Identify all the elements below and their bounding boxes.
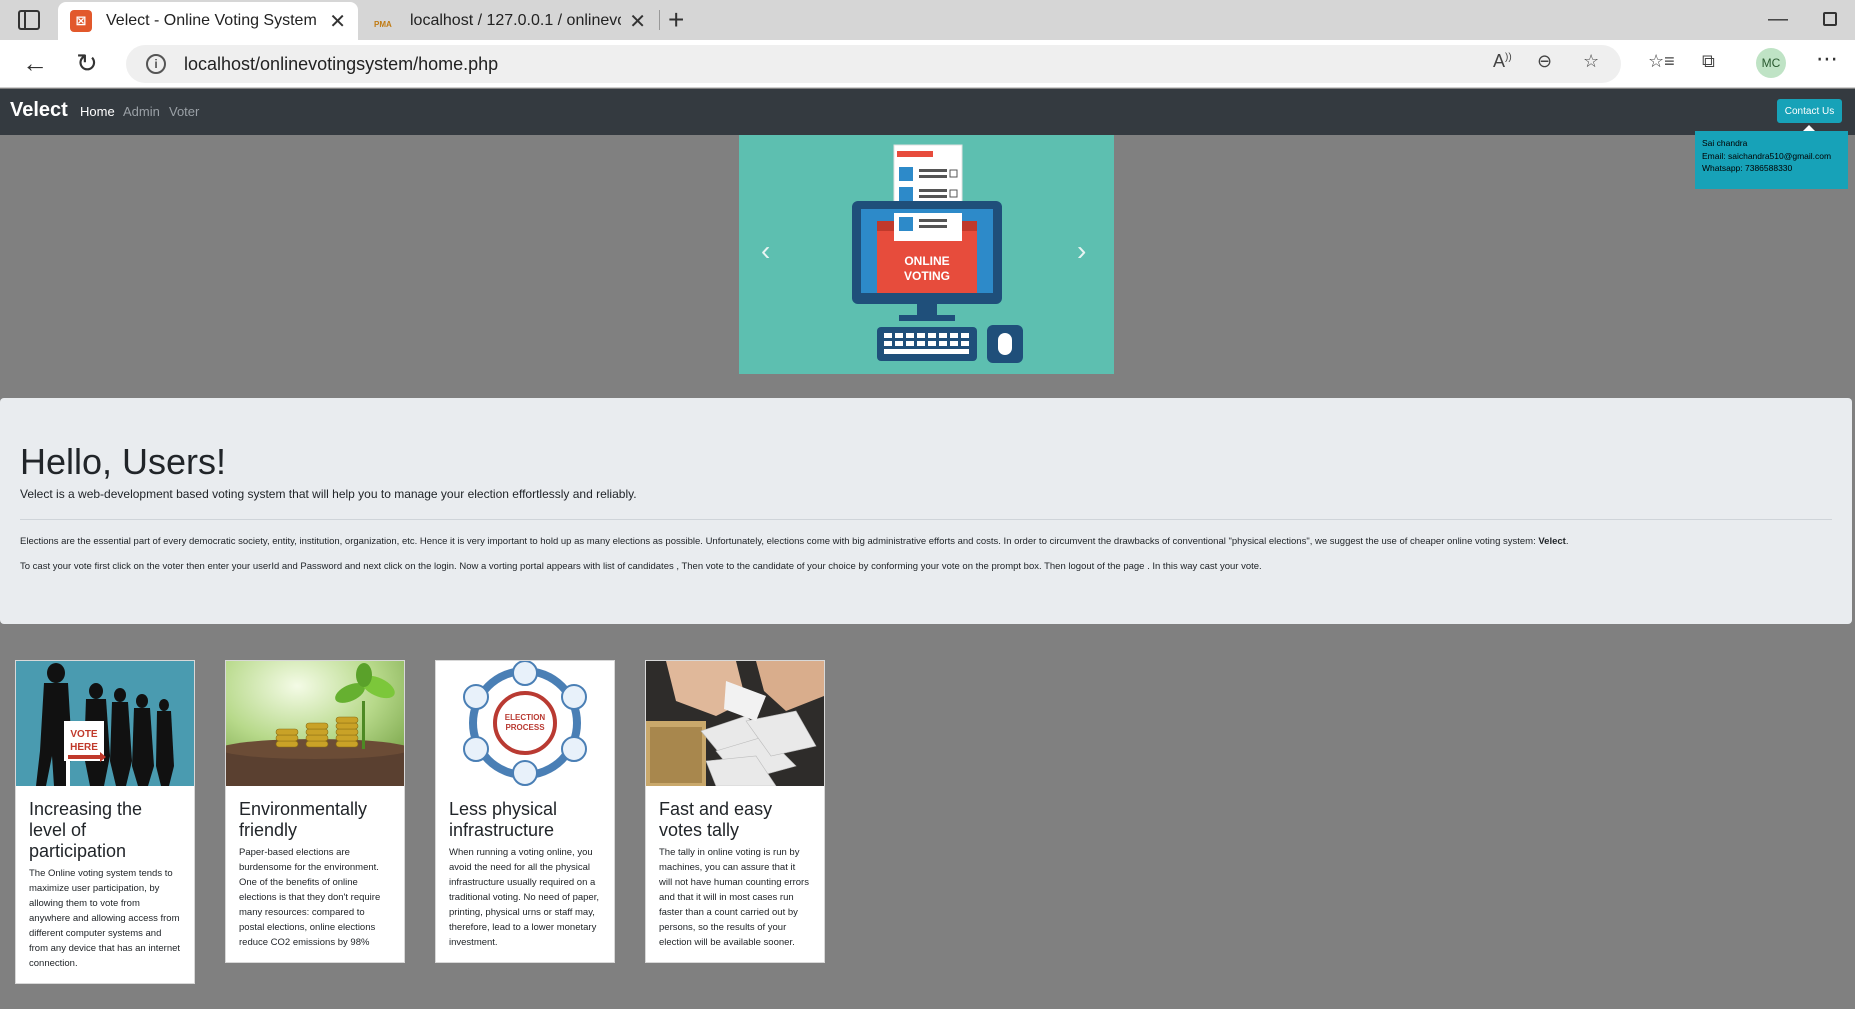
add-favorite-icon[interactable]: ☆ [1583, 51, 1599, 72]
card-title: Less physical infrastructure [449, 799, 558, 840]
tab-title: localhost / 127.0.0.1 / onlinevote [410, 12, 622, 29]
card-body: Environmentally friendly Paper-based ele… [226, 786, 404, 962]
url-text: localhost/onlinevotingsystem/home.php [184, 53, 499, 74]
contact-popover: Sai chandra Email: saichandra510@gmail.c… [1695, 125, 1848, 189]
online-voting-illustration: ONLINE VOTING [852, 144, 1023, 363]
brand-bold: Velect [1538, 536, 1566, 547]
vote-sign-line2: HERE [70, 742, 98, 753]
card-text: When running a voting online, you avoid … [449, 847, 599, 948]
carousel-prev-icon[interactable]: ‹ [761, 235, 770, 267]
card-text: The tally in online voting is run by mac… [659, 847, 809, 948]
nav-admin[interactable]: Admin [123, 104, 160, 119]
reload-icon[interactable]: ↻ [76, 48, 98, 79]
instructions-paragraph: To cast your vote first click on the vot… [20, 561, 1262, 572]
xampp-icon: ⊠ [70, 10, 92, 32]
page-title: Hello, Users! [20, 441, 227, 482]
read-aloud-icon[interactable]: A)) [1493, 51, 1512, 72]
contact-whatsapp: Whatsapp: 7386588330 [1702, 163, 1793, 173]
card-title: Increasing the level of participation [29, 799, 143, 861]
close-icon[interactable]: ✕ [629, 9, 646, 34]
contact-us-button[interactable]: Contact Us [1777, 99, 1842, 123]
vote-here-image: VOTE HERE [16, 661, 194, 786]
election-process-image: ELECTION PROCESS [436, 661, 614, 786]
card-title: Environmentally friendly [239, 799, 368, 840]
intro-paragraph: Elections are the essential part of ever… [20, 536, 1569, 547]
browser-tab-bar: ⊠ Velect - Online Voting System ✕ PMA lo… [0, 0, 1855, 40]
tab-separator [659, 10, 660, 30]
card-participation: VOTE HERE Increasing the level of partic… [15, 660, 195, 984]
contact-name: Sai chandra [1702, 138, 1748, 148]
carousel: ONLINE VOTING ‹ › [739, 135, 1114, 374]
card-body: Increasing the level of participation Th… [16, 786, 194, 983]
avatar[interactable]: MC [1756, 48, 1786, 78]
site-navbar: Velect Home Admin Voter Contact Us [0, 89, 1855, 135]
card-title: Fast and easy votes tally [659, 799, 773, 840]
phpmyadmin-icon: PMA [374, 20, 392, 29]
tab-phpmyadmin[interactable]: PMA localhost / 127.0.0.1 / onlinevote ✕ [362, 2, 658, 40]
jumbotron: Hello, Users! Velect is a web-developmen… [0, 398, 1852, 624]
url-field[interactable]: i localhost/onlinevotingsystem/home.php [126, 45, 1621, 83]
card-environment: Environmentally friendly Paper-based ele… [225, 660, 405, 963]
card-body: Fast and easy votes tally The tally in o… [646, 786, 824, 962]
tab-title: Velect - Online Voting System [106, 12, 317, 29]
slide-text-online: ONLINE [904, 254, 949, 268]
card-text: The Online voting system tends to maximi… [29, 868, 181, 969]
maximize-icon[interactable] [1823, 12, 1837, 26]
zoom-out-icon[interactable]: ⊖ [1537, 51, 1552, 72]
card-tally: Fast and easy votes tally The tally in o… [645, 660, 825, 963]
close-icon[interactable]: ✕ [329, 9, 346, 34]
tab-velect[interactable]: ⊠ Velect - Online Voting System ✕ [58, 2, 358, 40]
ballot-counting-image [646, 661, 824, 786]
contact-email: Email: saichandra510@gmail.com [1702, 150, 1832, 161]
new-tab-icon[interactable]: + [668, 4, 684, 36]
card-text: Paper-based elections are burdensome for… [239, 847, 381, 948]
card-infrastructure: ELECTION PROCESS Less physical infrastru… [435, 660, 615, 963]
nav-home[interactable]: Home [80, 104, 115, 119]
vote-sign-line1: VOTE [70, 729, 98, 740]
election-line1: ELECTION [505, 713, 546, 722]
favorites-icon[interactable]: ☆≡ [1648, 51, 1675, 72]
carousel-next-icon[interactable]: › [1077, 235, 1086, 267]
address-bar-row: ← ↻ i localhost/onlinevotingsystem/home.… [0, 40, 1855, 88]
more-icon[interactable]: ⋯ [1816, 46, 1838, 72]
nav-voter[interactable]: Voter [169, 104, 199, 119]
tab-actions-icon[interactable] [18, 10, 40, 30]
minimize-icon[interactable]: — [1768, 8, 1788, 31]
info-icon[interactable]: i [146, 54, 166, 74]
election-line2: PROCESS [505, 723, 545, 732]
divider [20, 519, 1832, 520]
plant-coins-image [226, 661, 404, 786]
card-body: Less physical infrastructure When runnin… [436, 786, 614, 962]
back-arrow-icon[interactable]: ← [22, 48, 48, 79]
collections-icon[interactable]: ⧉ [1702, 51, 1715, 72]
brand-logo[interactable]: Velect [10, 99, 68, 122]
lead-text: Velect is a web-development based voting… [20, 487, 637, 501]
slide-text-voting: VOTING [904, 269, 950, 283]
